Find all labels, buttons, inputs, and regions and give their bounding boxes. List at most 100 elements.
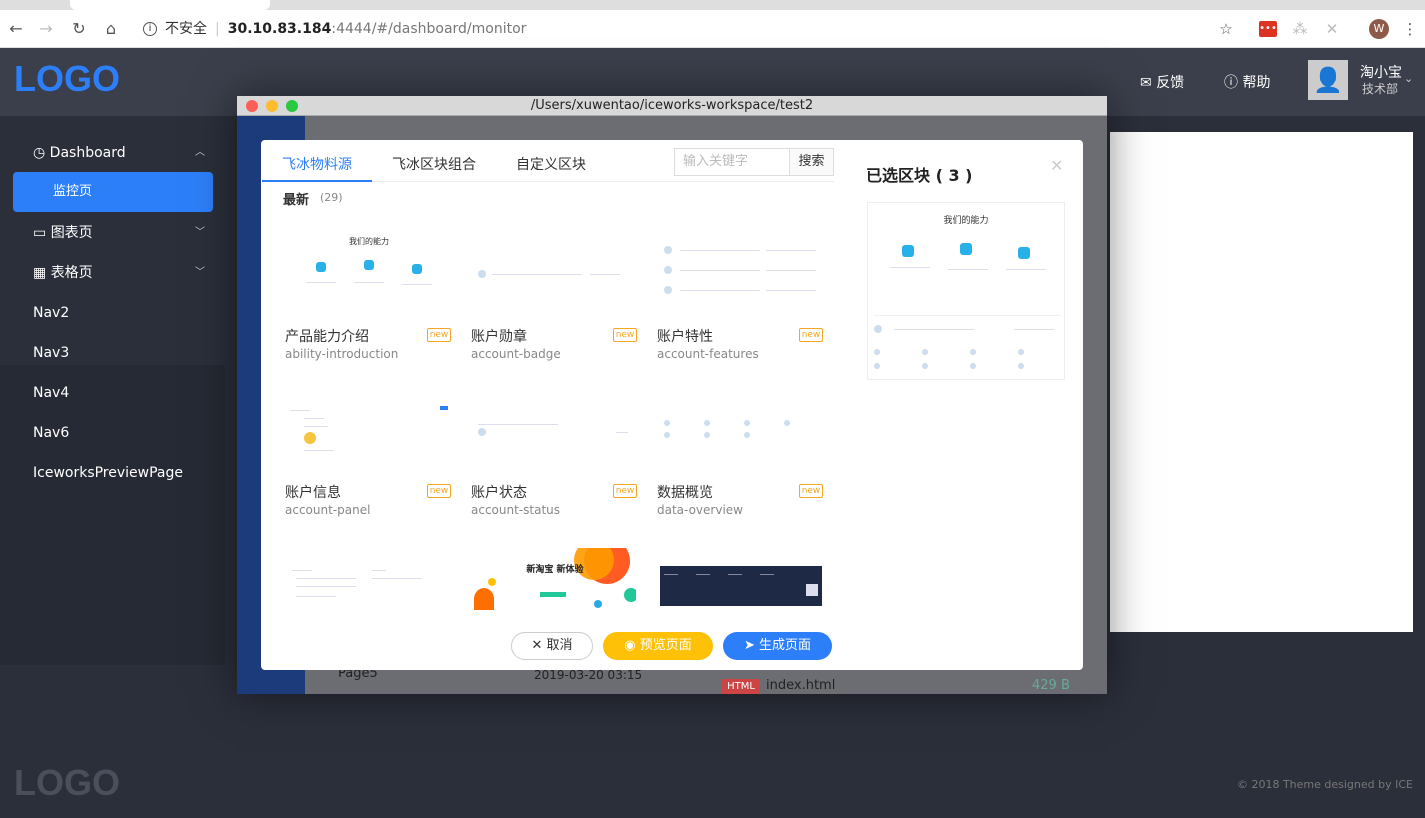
block-subtitle: data-overview	[657, 503, 743, 517]
search-button[interactable]: 搜索	[789, 148, 834, 176]
dashboard-icon: ◷	[33, 145, 46, 161]
sidebar-item-tables[interactable]: ▦ 表格页 ﹀	[0, 253, 225, 293]
reload-icon[interactable]: ↻	[68, 18, 90, 40]
feature-icon	[960, 243, 972, 255]
feature-icon	[364, 260, 374, 270]
chevron-down-icon: ﹀	[195, 267, 205, 278]
sidebar-item-nav2[interactable]: Nav2	[0, 293, 225, 333]
sidebar-item-dashboard[interactable]: ◷ Dashboard ︿	[0, 133, 225, 173]
browser-tab-strip	[0, 0, 1425, 10]
block-subtitle: account-panel	[285, 503, 371, 517]
block-thumbnail[interactable]: 我们的能力	[284, 226, 454, 316]
forward-icon[interactable]: →	[35, 18, 57, 40]
table-icon: ▦	[33, 265, 47, 281]
close-icon[interactable]: ✕	[1050, 156, 1063, 175]
mail-icon: ✉	[1140, 75, 1157, 91]
feature-icon	[902, 245, 914, 257]
block-title: 账户信息	[285, 485, 341, 501]
generate-page-button[interactable]: ➤ 生成页面	[723, 632, 832, 660]
new-badge: new	[427, 484, 451, 498]
extension-tree-icon[interactable]: ⁂	[1290, 19, 1310, 39]
block-title: 账户状态	[471, 485, 527, 501]
bookmark-star-icon[interactable]: ☆	[1216, 19, 1236, 39]
info-icon[interactable]: i	[143, 22, 157, 36]
chevron-up-icon: ︿	[195, 147, 205, 158]
chevron-down-icon: ﹀	[195, 227, 205, 238]
tab-ice-materials[interactable]: 飞冰物料源	[282, 154, 352, 174]
block-thumbnail[interactable]	[470, 400, 640, 470]
footer-logo: LOGO	[14, 762, 120, 803]
chevron-down-icon[interactable]: ⌄	[1404, 72, 1413, 85]
block-subtitle: account-status	[471, 503, 561, 517]
user-department: 技术部	[1362, 82, 1399, 96]
block-title: 产品能力介绍	[285, 329, 369, 345]
file-type-badge: HTML	[722, 679, 760, 694]
feature-icon	[412, 264, 422, 274]
feature-icon	[1018, 247, 1030, 259]
eye-icon: ◉	[624, 638, 640, 653]
url-path: :4444/#/dashboard/monitor	[331, 21, 527, 37]
content-panel	[1110, 132, 1413, 632]
back-icon[interactable]: ←	[5, 18, 27, 40]
home-icon[interactable]: ⌂	[100, 18, 122, 40]
block-subtitle: account-badge	[471, 347, 561, 361]
sidebar-item-charts[interactable]: ▭ 图表页 ﹀	[0, 213, 225, 253]
sidebar-item-monitor[interactable]: 监控页	[13, 172, 213, 212]
insecure-label: 不安全	[165, 21, 207, 37]
file-size: 429 B	[1032, 678, 1070, 693]
copyright: © 2018 Theme designed by ICE	[1236, 778, 1413, 791]
sidebar-item-iceworks-preview[interactable]: IceworksPreviewPage	[0, 453, 225, 493]
extension-icon[interactable]: •••	[1259, 21, 1277, 37]
block-title: 账户特性	[657, 329, 713, 345]
qr-code-icon	[806, 584, 818, 596]
sidebar-item-nav6[interactable]: Nav6	[0, 413, 225, 453]
block-subtitle: account-features	[657, 347, 759, 361]
block-thumbnail[interactable]	[660, 566, 822, 606]
window-title: /Users/xuwentao/iceworks-workspace/test2	[530, 98, 814, 113]
extension-close-icon[interactable]: ✕	[1322, 19, 1342, 39]
user-name: 淘小宝	[1360, 65, 1402, 81]
help-icon: ⓘ	[1224, 75, 1243, 91]
browser-tab[interactable]	[70, 0, 270, 10]
sidebar-item-nav3[interactable]: Nav3	[0, 333, 225, 373]
feedback-link[interactable]: ✉ 反馈	[1140, 72, 1184, 92]
new-badge: new	[427, 328, 451, 342]
preview-page-button[interactable]: ◉ 预览页面	[603, 632, 713, 660]
selected-blocks-preview[interactable]: 我们的能力	[867, 202, 1065, 380]
file-name: index.html	[766, 678, 836, 693]
block-thumbnail[interactable]: 新淘宝 新体验	[474, 548, 636, 610]
user-avatar[interactable]: 👤	[1308, 60, 1348, 100]
send-icon: ➤	[743, 638, 759, 653]
new-badge: new	[799, 484, 823, 498]
block-thumbnail[interactable]	[656, 400, 826, 470]
block-subtitle: ability-introduction	[285, 347, 399, 361]
section-count: (29)	[320, 191, 343, 204]
section-title: 最新	[283, 193, 310, 208]
logo: LOGO	[14, 58, 120, 99]
block-thumbnail[interactable]	[284, 560, 454, 620]
new-badge: new	[613, 484, 637, 498]
block-thumbnail[interactable]	[656, 226, 826, 316]
new-badge: new	[799, 328, 823, 342]
menu-icon[interactable]: ⋮	[1400, 19, 1420, 39]
help-link[interactable]: ⓘ 帮助	[1224, 72, 1270, 92]
profile-avatar[interactable]: W	[1369, 19, 1389, 39]
feature-icon	[316, 262, 326, 272]
block-thumbnail[interactable]	[470, 226, 640, 316]
page-row-date: 2019-03-20 03:15	[534, 668, 643, 682]
cancel-button[interactable]: ✕ 取消	[511, 632, 593, 660]
image-icon: ▭	[33, 225, 47, 241]
block-thumbnail[interactable]	[284, 400, 454, 470]
url-host: 30.10.83.184	[227, 21, 332, 37]
new-badge: new	[613, 328, 637, 342]
tab-ice-block-groups[interactable]: 飞冰区块组合	[392, 154, 476, 174]
sidebar-item-nav4[interactable]: Nav4	[0, 373, 225, 413]
search-input[interactable]: 输入关键字	[674, 148, 790, 176]
tab-custom-blocks[interactable]: 自定义区块	[516, 154, 586, 174]
address-bar[interactable]: i 不安全 | 30.10.83.184:4444/#/dashboard/monit…	[143, 18, 1193, 40]
tab-active-indicator	[262, 180, 372, 182]
close-icon: ✕	[531, 638, 547, 653]
selected-blocks-title: 已选区块 ( 3 )	[866, 166, 973, 185]
block-title: 数据概览	[657, 485, 713, 501]
block-title: 账户勋章	[471, 329, 527, 345]
